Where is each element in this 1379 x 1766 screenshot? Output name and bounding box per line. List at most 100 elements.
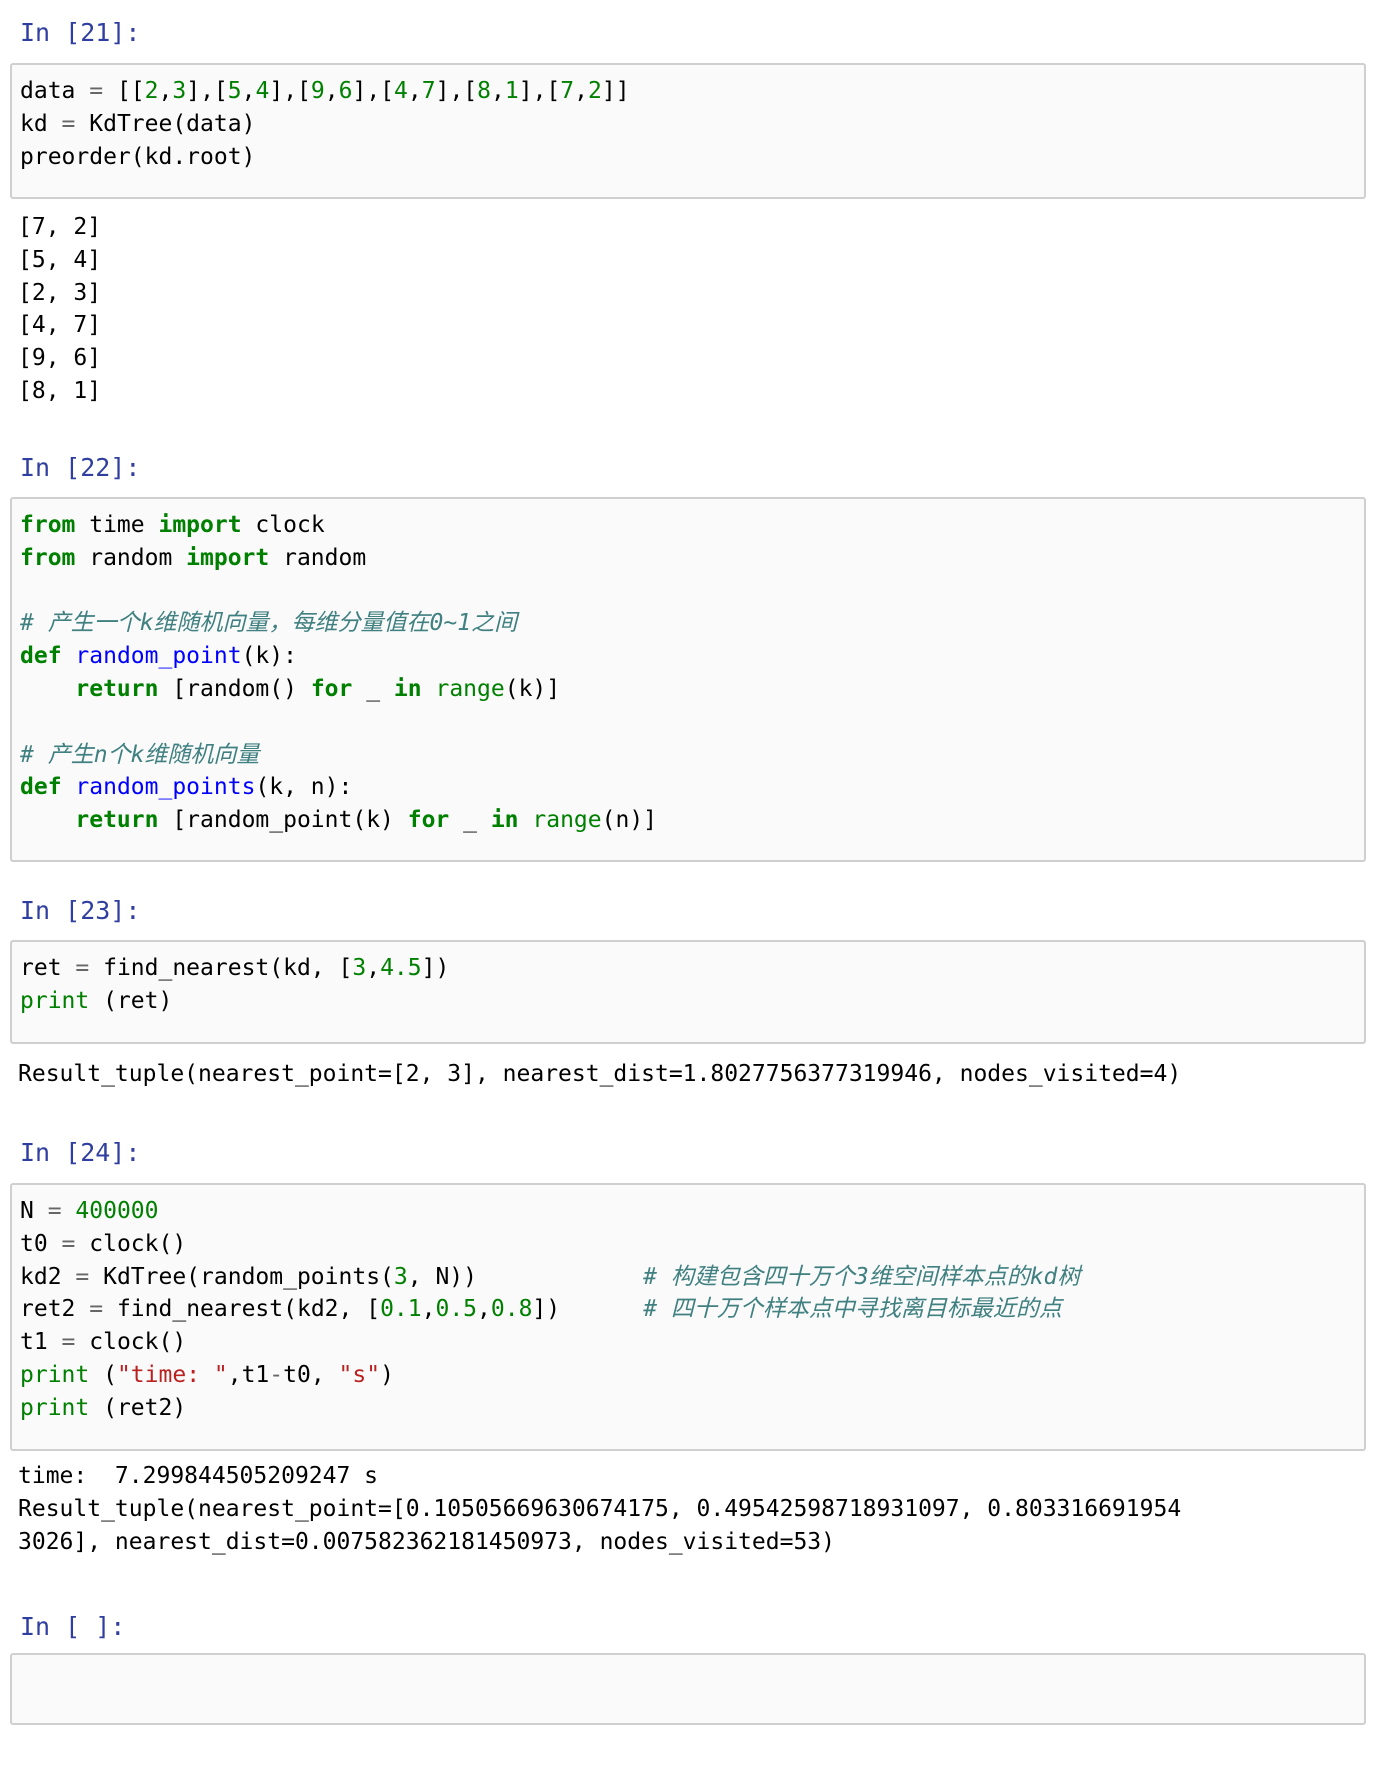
- code-line: ret2 = find_nearest(kd2, [0.1,0.5,0.8]) …: [20, 1293, 1080, 1326]
- code-block: ret = find_nearest(kd, [3,4.5]) print (re…: [20, 952, 449, 1018]
- code-line: N = 400000: [20, 1195, 1080, 1228]
- code-token: range: [532, 807, 602, 834]
- output-line: [4, 7]: [18, 312, 102, 339]
- code-token: ]): [532, 1296, 561, 1323]
- code-token: 3: [393, 1263, 408, 1290]
- code-token: =: [75, 1263, 90, 1290]
- code-token: random_point: [75, 643, 242, 670]
- code-token: find_nearest(kd, [: [89, 955, 353, 981]
- code-token: _: [352, 675, 394, 702]
- code-token: ,: [158, 78, 173, 104]
- code-token: =: [61, 1230, 76, 1257]
- code-token: 3: [352, 955, 367, 981]
- code-token: # 构建包含四十万个3维空间样本点的kd树: [643, 1263, 1081, 1290]
- code-token: t1: [20, 1329, 62, 1356]
- code-token: =: [47, 1198, 62, 1224]
- code-token: ,: [574, 78, 588, 104]
- code-token: ): [380, 1361, 394, 1388]
- code-token: time: [75, 512, 159, 538]
- code-token: KdTree(random_points(: [89, 1263, 394, 1290]
- cell-22-input[interactable]: from time import clock from random import…: [10, 497, 1366, 862]
- code-token: t0: [20, 1230, 62, 1257]
- code-token: ],[: [352, 78, 395, 104]
- output-line: [9, 6]: [18, 345, 102, 372]
- code-line: ret = find_nearest(kd, [3,4.5]): [20, 952, 449, 985]
- code-line: t1 = clock(): [20, 1326, 1080, 1359]
- code-token: [random(): [158, 675, 311, 702]
- code-token: clock(): [75, 1230, 187, 1257]
- code-token: ,: [241, 78, 256, 104]
- code-line: # 产生n个k维随机向量: [20, 739, 657, 772]
- code-token: "s": [338, 1361, 381, 1388]
- code-token: 1: [504, 78, 519, 104]
- code-token: from: [20, 544, 76, 571]
- code-token: (: [89, 1361, 117, 1388]
- code-token: in: [393, 675, 422, 702]
- cell-empty-input[interactable]: [10, 1653, 1366, 1725]
- code-token: return: [75, 675, 159, 702]
- code-token: , N)): [407, 1263, 477, 1290]
- code-token: kd: [20, 110, 62, 137]
- code-token: 400000: [75, 1198, 159, 1224]
- code-token: 6: [338, 78, 353, 104]
- code-token: t0,: [283, 1361, 339, 1388]
- output-line: [5, 4]: [18, 246, 102, 273]
- code-token: ],[: [269, 78, 311, 104]
- cell-23-input[interactable]: ret = find_nearest(kd, [3,4.5]) print (re…: [10, 940, 1366, 1044]
- code-line: from random import random: [20, 542, 657, 575]
- output-line: time: 7.299844505209247 s: [18, 1463, 379, 1489]
- code-line: return [random() for _ in range(k)]: [20, 673, 657, 706]
- code-token: print: [20, 1361, 90, 1388]
- code-line: def random_points(k, n):: [20, 771, 657, 804]
- code-token: def: [20, 774, 62, 801]
- code-token: ]): [421, 955, 450, 981]
- code-token: -: [269, 1361, 284, 1388]
- code-token: for: [407, 807, 450, 834]
- code-token: range: [435, 675, 505, 702]
- code-token: [[: [103, 78, 145, 104]
- code-token: ,: [491, 78, 505, 104]
- code-token: ,: [366, 955, 381, 981]
- code-token: random: [75, 544, 187, 571]
- code-token: 0.1: [380, 1296, 422, 1323]
- code-line: t0 = clock(): [20, 1228, 1080, 1261]
- code-token: clock: [241, 512, 325, 538]
- code-token: random_points: [75, 774, 256, 801]
- code-token: =: [61, 110, 76, 137]
- cell-21-input[interactable]: data = [[2,3],[5,4],[9,6],[4,7],[8,1],[7…: [10, 63, 1366, 199]
- code-line: print ("time: ",t1-t0, "s"): [20, 1359, 1080, 1392]
- cell-21-output: [7, 2] [5, 4] [2, 3] [4, 7] [9, 6] [8, 1]: [18, 211, 101, 408]
- code-token: for: [310, 675, 353, 702]
- output-line: [8, 1]: [18, 377, 102, 404]
- output-line: Result_tuple(nearest_point=[2, 3], neare…: [18, 1061, 1182, 1087]
- code-token: ret: [20, 955, 76, 981]
- code-token: 4: [394, 78, 408, 104]
- code-line: kd = KdTree(data): [20, 108, 630, 141]
- code-token: (k, n):: [255, 774, 353, 801]
- code-token: 4: [255, 78, 270, 104]
- output-line: [2, 3]: [18, 279, 102, 306]
- code-token: ],[: [186, 78, 228, 104]
- code-line: from time import clock: [20, 509, 657, 542]
- cell-24-input[interactable]: N = 400000 t0 = clock() kd2 = KdTree(rando…: [10, 1183, 1366, 1451]
- code-token: 4.5: [380, 955, 422, 981]
- code-token: def: [20, 643, 62, 670]
- code-line: def random_point(k):: [20, 640, 657, 673]
- code-line: # 产生一个k维随机向量，每维分量值在0~1之间: [20, 607, 657, 640]
- code-token: import: [158, 512, 242, 538]
- cell-24-output: time: 7.299844505209247 s Result_tuple(ne…: [18, 1460, 1181, 1558]
- code-token: preorder(kd.root): [20, 143, 256, 170]
- code-token: in: [490, 807, 519, 834]
- cell-22-prompt: In [22]:: [20, 453, 141, 482]
- code-token: 2: [588, 78, 602, 104]
- code-token: ,: [421, 1296, 436, 1323]
